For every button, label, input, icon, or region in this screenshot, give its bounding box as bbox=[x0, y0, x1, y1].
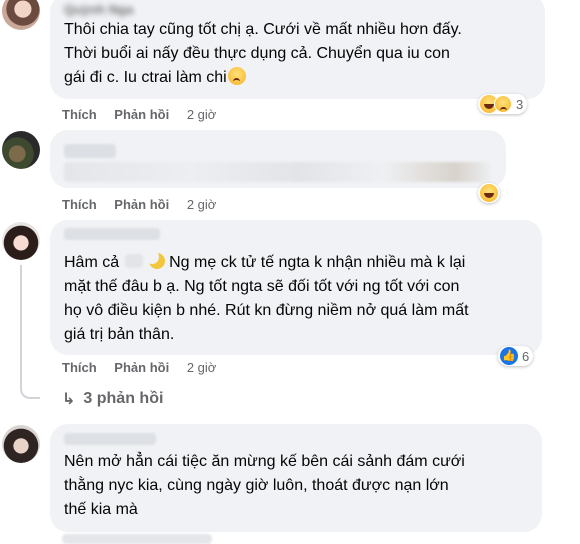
comment-bubble bbox=[50, 130, 506, 188]
like-reaction-icon: 👍 bbox=[500, 347, 518, 365]
reaction-summary[interactable] bbox=[478, 183, 500, 203]
like-button[interactable]: Thích bbox=[62, 197, 97, 212]
avatar[interactable] bbox=[2, 425, 40, 463]
timestamp[interactable]: 2 giờ bbox=[187, 197, 217, 212]
comment-text: Ng mẹ ck tử tế ngta k nhận nhiều mà k lạ… bbox=[64, 254, 469, 343]
comment-bubble: Nên mở hẳn cái tiệc ăn mừng kế bên cái s… bbox=[50, 424, 542, 532]
like-button[interactable]: Thích bbox=[62, 107, 97, 122]
reply-button[interactable]: Phản hồi bbox=[114, 197, 169, 212]
reaction-count: 6 bbox=[522, 348, 530, 364]
comment-text: Thôi chia tay cũng tốt chị ạ. Cưới về mấ… bbox=[64, 21, 462, 86]
comment-bubble: Quỳnh Nga Thôi chia tay cũng tốt chị ạ. … bbox=[50, 0, 545, 99]
crescent-moon-icon bbox=[145, 250, 166, 269]
redacted-author bbox=[64, 433, 156, 445]
redacted-text bbox=[125, 254, 144, 268]
thread-line bbox=[20, 265, 40, 399]
redacted-text bbox=[64, 162, 490, 182]
comment-actions: Thích Phản hồi 2 giờ bbox=[62, 360, 230, 375]
reply-button[interactable]: Phản hồi bbox=[114, 360, 169, 375]
reply-button[interactable]: Phản hồi bbox=[114, 107, 169, 122]
comment-actions: Thích Phản hồi 2 giờ bbox=[62, 107, 230, 122]
sad-reaction-icon bbox=[494, 95, 512, 113]
reaction-summary[interactable]: 👍 6 bbox=[498, 346, 534, 366]
like-button[interactable]: Thích bbox=[62, 360, 97, 375]
reply-arrow-icon: ↳ bbox=[62, 391, 76, 408]
comment-bubble: Hâm cả Ng mẹ ck tử tế ngta k nhận nhiều m… bbox=[50, 220, 542, 355]
comment-author[interactable]: Quỳnh Nga bbox=[64, 2, 531, 18]
reaction-count: 3 bbox=[516, 96, 524, 112]
haha-reaction-icon bbox=[480, 184, 498, 202]
view-replies-link[interactable]: ↳ 3 phản hồi bbox=[62, 389, 163, 409]
avatar[interactable] bbox=[2, 131, 40, 169]
timestamp[interactable]: 2 giờ bbox=[187, 107, 217, 122]
comment-text-prefix: Hâm cả bbox=[64, 254, 120, 271]
comment-actions: Thích Phản hồi 2 giờ bbox=[62, 197, 230, 212]
timestamp[interactable]: 2 giờ bbox=[187, 360, 217, 375]
avatar[interactable] bbox=[2, 0, 40, 30]
redacted-author bbox=[64, 144, 116, 158]
comment-text: Nên mở hẳn cái tiệc ăn mừng kế bên cái s… bbox=[64, 453, 465, 518]
sad-face-emoji-icon bbox=[227, 67, 246, 85]
reaction-summary[interactable]: 3 bbox=[478, 94, 528, 114]
replies-label: 3 phản hồi bbox=[83, 390, 164, 407]
redacted-actions bbox=[62, 534, 212, 544]
redacted-author bbox=[64, 228, 160, 240]
avatar[interactable] bbox=[2, 222, 40, 260]
